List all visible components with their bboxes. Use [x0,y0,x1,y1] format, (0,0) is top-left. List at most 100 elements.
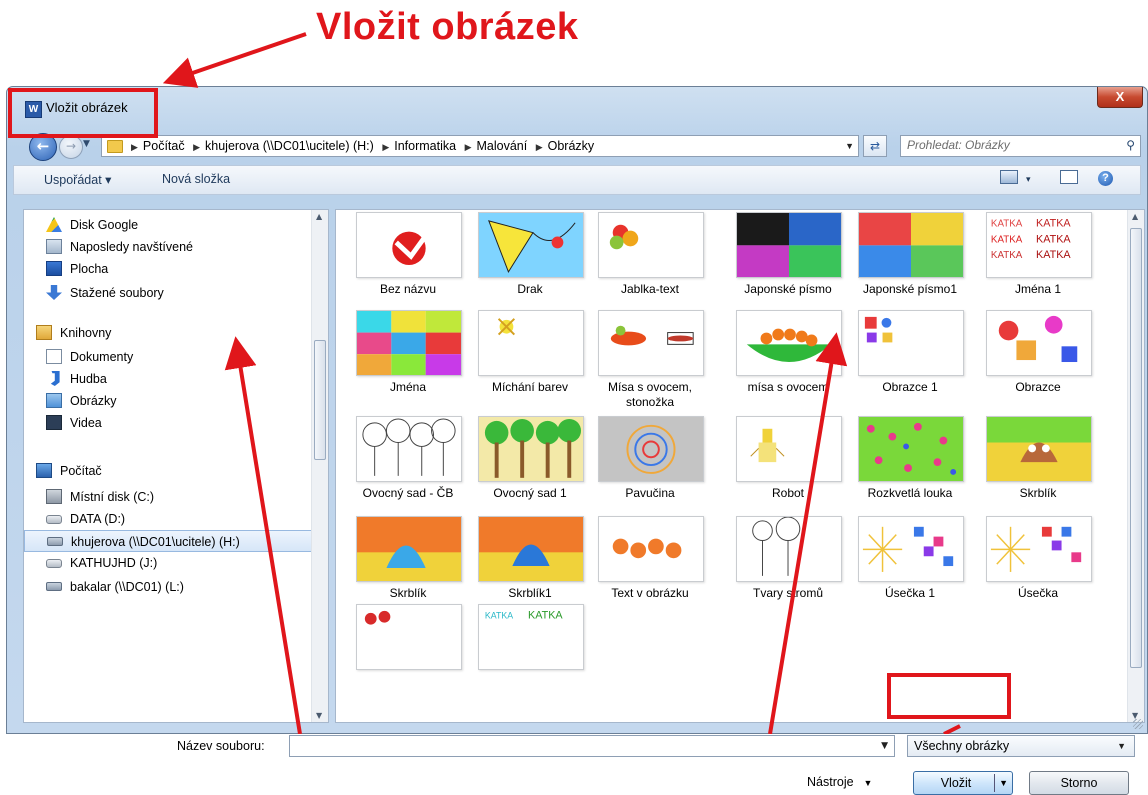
file-tile[interactable]: Pavučina [592,416,708,508]
file-tile[interactable]: Skrblík1 [472,516,588,608]
file-tile[interactable]: Obrazce 1 [852,310,968,402]
file-tile[interactable]: Japonské písmo [730,212,846,304]
sidebar-item-libraries[interactable]: Knihovny [24,322,314,344]
breadcrumb-informatika[interactable]: Informatika [394,139,456,153]
filetype-dropdown-icon[interactable]: ▼ [1117,736,1126,756]
file-tile[interactable]: Jména [350,310,466,402]
insert-button[interactable]: Vložit ▼ [913,771,1013,795]
sidebar-item-desktop[interactable]: Plocha [24,258,314,280]
file-tile[interactable]: Úsečka [980,516,1096,608]
filetype-select[interactable]: Všechny obrázky ▼ [907,735,1135,757]
file-tile[interactable]: Skrblík [350,516,466,608]
file-thumbnail [598,516,704,582]
sidebar-item-documents[interactable]: Dokumenty [24,346,314,368]
sidebar-item-network-drive[interactable]: bakalar (\\DC01) (L:) [24,576,314,598]
sidebar-item-label: Stažené soubory [70,286,164,300]
file-tile[interactable]: Robot [730,416,846,508]
cancel-button[interactable]: Storno [1029,771,1129,795]
tools-menu[interactable]: Nástroje ▼ [807,775,872,789]
file-tile[interactable] [350,604,466,696]
file-tile[interactable]: Jablka-text [592,212,708,304]
address-bar[interactable]: ▶ Počítač ▶ khujerova (\\DC01\ucitele) (H:… [101,135,859,157]
pictures-icon [46,393,62,408]
insert-label: Vložit [940,776,972,790]
address-dropdown-icon[interactable]: ▼ [845,141,854,151]
new-folder-button[interactable]: Nová složka [162,172,230,186]
sidebar-item-label: Knihovny [60,326,112,340]
sidebar-item-music[interactable]: Hudba [24,368,314,390]
file-thumbnail [356,416,462,482]
file-name: Skrblík [389,586,427,600]
svg-text:KATKA: KATKA [1036,249,1071,261]
file-thumbnail [736,212,842,278]
sidebar-item-pictures[interactable]: Obrázky [24,390,314,412]
forward-button[interactable]: → [59,135,83,159]
sidebar-item-local-disk[interactable]: Místní disk (C:) [24,486,314,508]
sidebar-item-drive[interactable]: KATHUJHD (J:) [24,552,314,574]
filetype-value: Všechny obrázky [914,739,1010,753]
tools-dropdown-icon[interactable]: ▼ [864,778,873,788]
filename-input[interactable] [294,738,858,754]
file-tile[interactable]: Tvary stromů [730,516,846,608]
scroll-down-icon[interactable]: ▼ [316,711,322,720]
view-icon[interactable] [1000,170,1018,184]
file-tile[interactable]: Ovocný sad - ČB [350,416,466,508]
file-tile[interactable]: Skrblík [980,416,1096,508]
help-icon[interactable]: ? [1098,171,1113,186]
search-input[interactable] [907,138,1107,152]
scroll-up-icon[interactable]: ▲ [316,212,322,221]
breadcrumb-malovani[interactable]: Malování [476,139,527,153]
file-tile[interactable]: Rozkvetlá louka [852,416,968,508]
file-tile[interactable]: Míchání barev [472,310,588,402]
filename-dropdown-icon[interactable]: ▼ [881,741,888,751]
sidebar-item-google-drive[interactable]: Disk Google [24,214,314,236]
close-button[interactable]: X [1097,87,1143,108]
svg-text:KATKA: KATKA [1036,218,1071,230]
file-tile[interactable]: Úsečka 1 [852,516,968,608]
organize-button[interactable]: Uspořádat ▾ [44,172,111,187]
file-name: Jablka-text [620,282,680,296]
resize-grip[interactable] [1133,719,1143,729]
filename-field[interactable]: ▼ [289,735,895,757]
sidebar-item-label: khujerova (\\DC01\ucitele) (H:) [71,535,240,549]
breadcrumb: ▶ Počítač ▶ khujerova (\\DC01\ucitele) (H:… [131,139,595,153]
navigation-pane: Disk Google Naposledy navštívené Plocha Sta… [23,209,329,723]
file-tile[interactable]: Japonské písmo1 [852,212,968,304]
files-scroll-thumb[interactable] [1130,228,1142,668]
sidebar-item-videos[interactable]: Videa [24,412,314,434]
sidebar-item-label: Naposledy navštívené [70,240,193,254]
breadcrumb-obrazky[interactable]: Obrázky [548,139,595,153]
preview-pane-icon[interactable] [1060,170,1078,184]
scroll-up-icon[interactable]: ▲ [1132,212,1138,221]
file-tile[interactable]: Mísa s ovocem, stonožka [592,310,708,409]
breadcrumb-drive[interactable]: khujerova (\\DC01\ucitele) (H:) [205,139,374,153]
sidebar-item-drive[interactable]: DATA (D:) [24,508,314,530]
search-box[interactable]: ⚲ [900,135,1141,157]
refresh-button[interactable]: ⇄ [863,135,887,157]
svg-text:KATKA: KATKA [991,234,1023,245]
file-tile[interactable]: mísa s ovocem [730,310,846,402]
sidebar-item-recent-places[interactable]: Naposledy navštívené [24,236,314,258]
nav-scroll-thumb[interactable] [314,340,326,460]
filename-label: Název souboru: [177,739,265,753]
sidebar-item-network-drive[interactable]: khujerova (\\DC01\ucitele) (H:) [24,530,314,552]
breadcrumb-computer[interactable]: Počítač [143,139,185,153]
file-tile[interactable]: KATKA KATKA [472,604,588,696]
file-tile[interactable]: Obrazce [980,310,1096,402]
nav-scrollbar[interactable]: ▲ ▼ [311,210,328,722]
file-tile[interactable]: Ovocný sad 1 [472,416,588,508]
file-tile[interactable]: Bez názvu [350,212,466,304]
file-thumbnail [858,516,964,582]
view-dropdown-icon[interactable]: ▾ [1026,174,1031,185]
file-name: Japonské písmo1 [862,282,958,296]
insert-dropdown-icon[interactable]: ▼ [999,772,1008,794]
search-icon[interactable]: ⚲ [1126,138,1135,152]
sidebar-item-computer[interactable]: Počítač [24,460,314,482]
file-tile[interactable]: Drak [472,212,588,304]
recent-pages-dropdown[interactable]: ▼ [83,139,90,149]
file-name: Skrblík1 [508,586,552,600]
sidebar-item-downloads[interactable]: Stažené soubory [24,282,314,304]
file-tile[interactable]: KATKA KATKA KATKA KATKA KATKA KATKA Jména 1 [980,212,1096,304]
file-tile[interactable]: Text v obrázku [592,516,708,608]
files-scrollbar[interactable]: ▲ ▼ [1127,210,1144,722]
